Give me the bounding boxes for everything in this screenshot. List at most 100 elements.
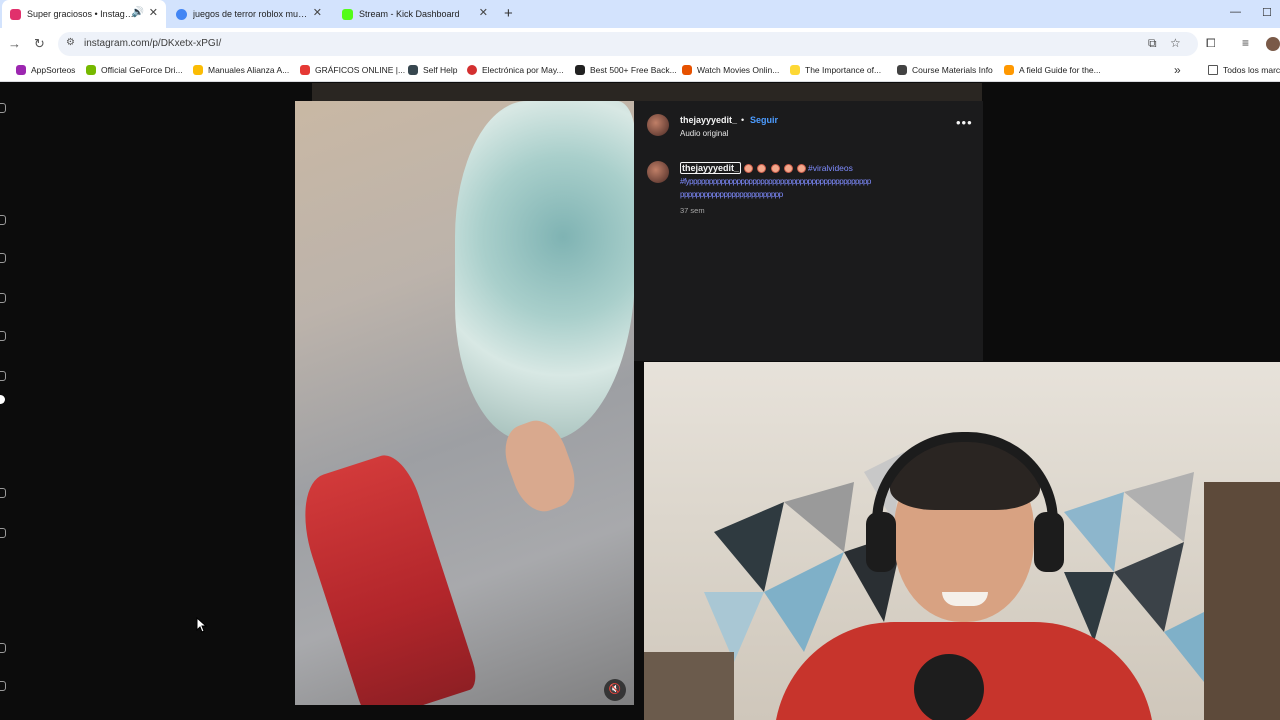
bookmark-favicon-icon bbox=[408, 65, 418, 75]
bookmark-item[interactable]: AppSorteos bbox=[16, 65, 75, 75]
bookmark-item[interactable]: The Importance of... bbox=[790, 65, 881, 75]
minimize-button[interactable]: — bbox=[1230, 6, 1241, 18]
forward-icon[interactable]: → bbox=[8, 36, 21, 51]
bookmark-item[interactable]: Watch Movies Onlin... bbox=[682, 65, 779, 75]
headphone-cup-left bbox=[866, 512, 896, 572]
media-controls-icon[interactable]: ≡ bbox=[1242, 36, 1249, 50]
bookmarks-bar: AppSorteos Official GeForce Dri... Manua… bbox=[0, 60, 1280, 82]
emoji-icon bbox=[784, 164, 793, 173]
bookmark-label: Electrónica por May... bbox=[482, 65, 564, 75]
bookmark-label: Manuales Alianza A... bbox=[208, 65, 290, 75]
url-text[interactable]: instagram.com/p/DKxetx-xPGI/ bbox=[84, 38, 221, 49]
bookmark-label: Todos los marc bbox=[1223, 65, 1280, 75]
webcam-overlay bbox=[644, 362, 1280, 720]
browser-toolbar: → ↻ ⚙ instagram.com/p/DKxetx-xPGI/ ⧉ ☆ ⧠… bbox=[0, 28, 1280, 60]
tab-kick-dashboard[interactable]: Stream - Kick Dashboard ✕ bbox=[334, 0, 496, 28]
bookmark-item[interactable]: Course Materials Info bbox=[897, 65, 993, 75]
close-tab-icon[interactable]: ✕ bbox=[479, 8, 488, 19]
bookmark-item[interactable]: GRÁFICOS ONLINE |... bbox=[300, 65, 405, 75]
mute-toggle-icon[interactable]: 🔇 bbox=[604, 679, 626, 701]
explore-icon[interactable] bbox=[0, 371, 6, 381]
streamer-smile bbox=[942, 592, 988, 606]
caption-username[interactable]: thejayyyedit_ bbox=[680, 162, 742, 174]
bookmark-favicon-icon bbox=[193, 65, 203, 75]
bookmark-item[interactable]: Best 500+ Free Back... bbox=[575, 65, 677, 75]
folder-icon bbox=[1208, 65, 1218, 75]
bookmark-label: AppSorteos bbox=[31, 65, 76, 75]
bookmark-favicon-icon bbox=[16, 65, 26, 75]
reels-icon[interactable] bbox=[0, 253, 6, 263]
bookmark-label: The Importance of... bbox=[805, 65, 882, 75]
background-furniture bbox=[644, 652, 734, 720]
microphone-icon bbox=[914, 654, 984, 720]
hashtag-link[interactable]: #fyppppppppppppppppppppppppppppppppppppp… bbox=[680, 177, 871, 186]
profile-icon[interactable] bbox=[0, 528, 6, 538]
post-video[interactable] bbox=[295, 101, 634, 705]
kick-favicon-icon bbox=[342, 8, 353, 20]
bookmark-favicon-icon bbox=[682, 65, 692, 75]
hashtag-link[interactable]: pppppppppppppppppppppppppp bbox=[680, 190, 783, 199]
more-bookmarks-icon[interactable]: » bbox=[1174, 63, 1181, 77]
tab-label: Stream - Kick Dashboard bbox=[359, 9, 460, 19]
tab-label: Super graciosos • Instagram bbox=[27, 9, 135, 19]
messages-icon[interactable] bbox=[0, 488, 6, 498]
google-favicon-icon bbox=[176, 8, 187, 20]
instagram-logo-icon[interactable] bbox=[0, 103, 6, 113]
bookmark-star-icon[interactable]: ☆ bbox=[1170, 36, 1181, 50]
post-timestamp: 37 sem bbox=[680, 206, 705, 215]
audio-playing-icon[interactable]: 🔊 bbox=[132, 7, 144, 18]
bookmark-item[interactable]: A field Guide for the... bbox=[1004, 65, 1101, 75]
reload-icon[interactable]: ↻ bbox=[34, 36, 45, 52]
bookmark-favicon-icon bbox=[1004, 65, 1014, 75]
home-icon[interactable] bbox=[0, 215, 6, 225]
threads-icon[interactable] bbox=[0, 681, 6, 691]
close-tab-icon[interactable]: ✕ bbox=[149, 8, 158, 19]
bookmark-item[interactable]: Self Help bbox=[408, 65, 458, 75]
other-bookmarks[interactable]: Todos los marc bbox=[1208, 65, 1280, 75]
more-options-icon[interactable]: ••• bbox=[956, 115, 973, 130]
author-username[interactable]: thejayyyedit_ bbox=[680, 115, 737, 125]
send-icon[interactable] bbox=[0, 293, 6, 303]
emoji-icon bbox=[744, 164, 753, 173]
backdrop-strip bbox=[312, 83, 982, 101]
follow-button[interactable]: Seguir bbox=[750, 115, 778, 125]
bookmark-favicon-icon bbox=[467, 65, 477, 75]
bookmark-favicon-icon bbox=[575, 65, 585, 75]
audio-link[interactable]: Audio original bbox=[680, 129, 728, 138]
address-bar[interactable]: ⚙ instagram.com/p/DKxetx-xPGI/ ⧉ ☆ bbox=[58, 32, 1198, 56]
bookmark-label: Best 500+ Free Back... bbox=[590, 65, 677, 75]
emoji-icon bbox=[757, 164, 766, 173]
video-blanket bbox=[455, 101, 634, 441]
bookmark-label: A field Guide for the... bbox=[1019, 65, 1101, 75]
author-avatar[interactable] bbox=[647, 114, 669, 136]
profile-avatar[interactable] bbox=[1266, 37, 1280, 51]
install-app-icon[interactable]: ⧉ bbox=[1148, 36, 1157, 51]
instagram-page: 🔇 thejayyyedit_ • Seguir Audio original … bbox=[0, 83, 1280, 720]
bookmark-label: Watch Movies Onlin... bbox=[697, 65, 780, 75]
separator-dot: • bbox=[741, 115, 745, 125]
close-tab-icon[interactable]: ✕ bbox=[313, 8, 322, 19]
emoji-icon bbox=[797, 164, 806, 173]
headphone-cup-right bbox=[1034, 512, 1064, 572]
tab-label: juegos de terror roblox multijug bbox=[193, 9, 309, 19]
tab-strip: Super graciosos • Instagram 🔊 ✕ juegos d… bbox=[0, 0, 1280, 28]
notification-dot-icon bbox=[0, 395, 5, 404]
post-side-panel: thejayyyedit_ • Seguir Audio original ••… bbox=[634, 101, 983, 361]
bookmark-item[interactable]: Manuales Alianza A... bbox=[193, 65, 289, 75]
mouse-cursor-icon bbox=[196, 617, 208, 633]
emoji-icon bbox=[771, 164, 780, 173]
video-red-cloth bbox=[295, 448, 481, 705]
extensions-icon[interactable]: ⧠ bbox=[1206, 36, 1216, 51]
maximize-button[interactable]: ☐ bbox=[1262, 6, 1272, 19]
caption-avatar[interactable] bbox=[647, 161, 669, 183]
bookmark-item[interactable]: Electrónica por May... bbox=[467, 65, 564, 75]
bookmark-favicon-icon bbox=[897, 65, 907, 75]
tab-instagram[interactable]: Super graciosos • Instagram 🔊 ✕ bbox=[2, 0, 166, 28]
new-tab-button[interactable]: + bbox=[504, 5, 513, 22]
menu-icon[interactable] bbox=[0, 643, 6, 653]
site-info-icon[interactable]: ⚙ bbox=[66, 37, 75, 48]
bookmark-item[interactable]: Official GeForce Dri... bbox=[86, 65, 183, 75]
tab-google-search[interactable]: juegos de terror roblox multijug ✕ bbox=[168, 0, 330, 28]
hashtag-link[interactable]: #viralvideos bbox=[808, 163, 853, 173]
search-icon[interactable] bbox=[0, 331, 6, 341]
